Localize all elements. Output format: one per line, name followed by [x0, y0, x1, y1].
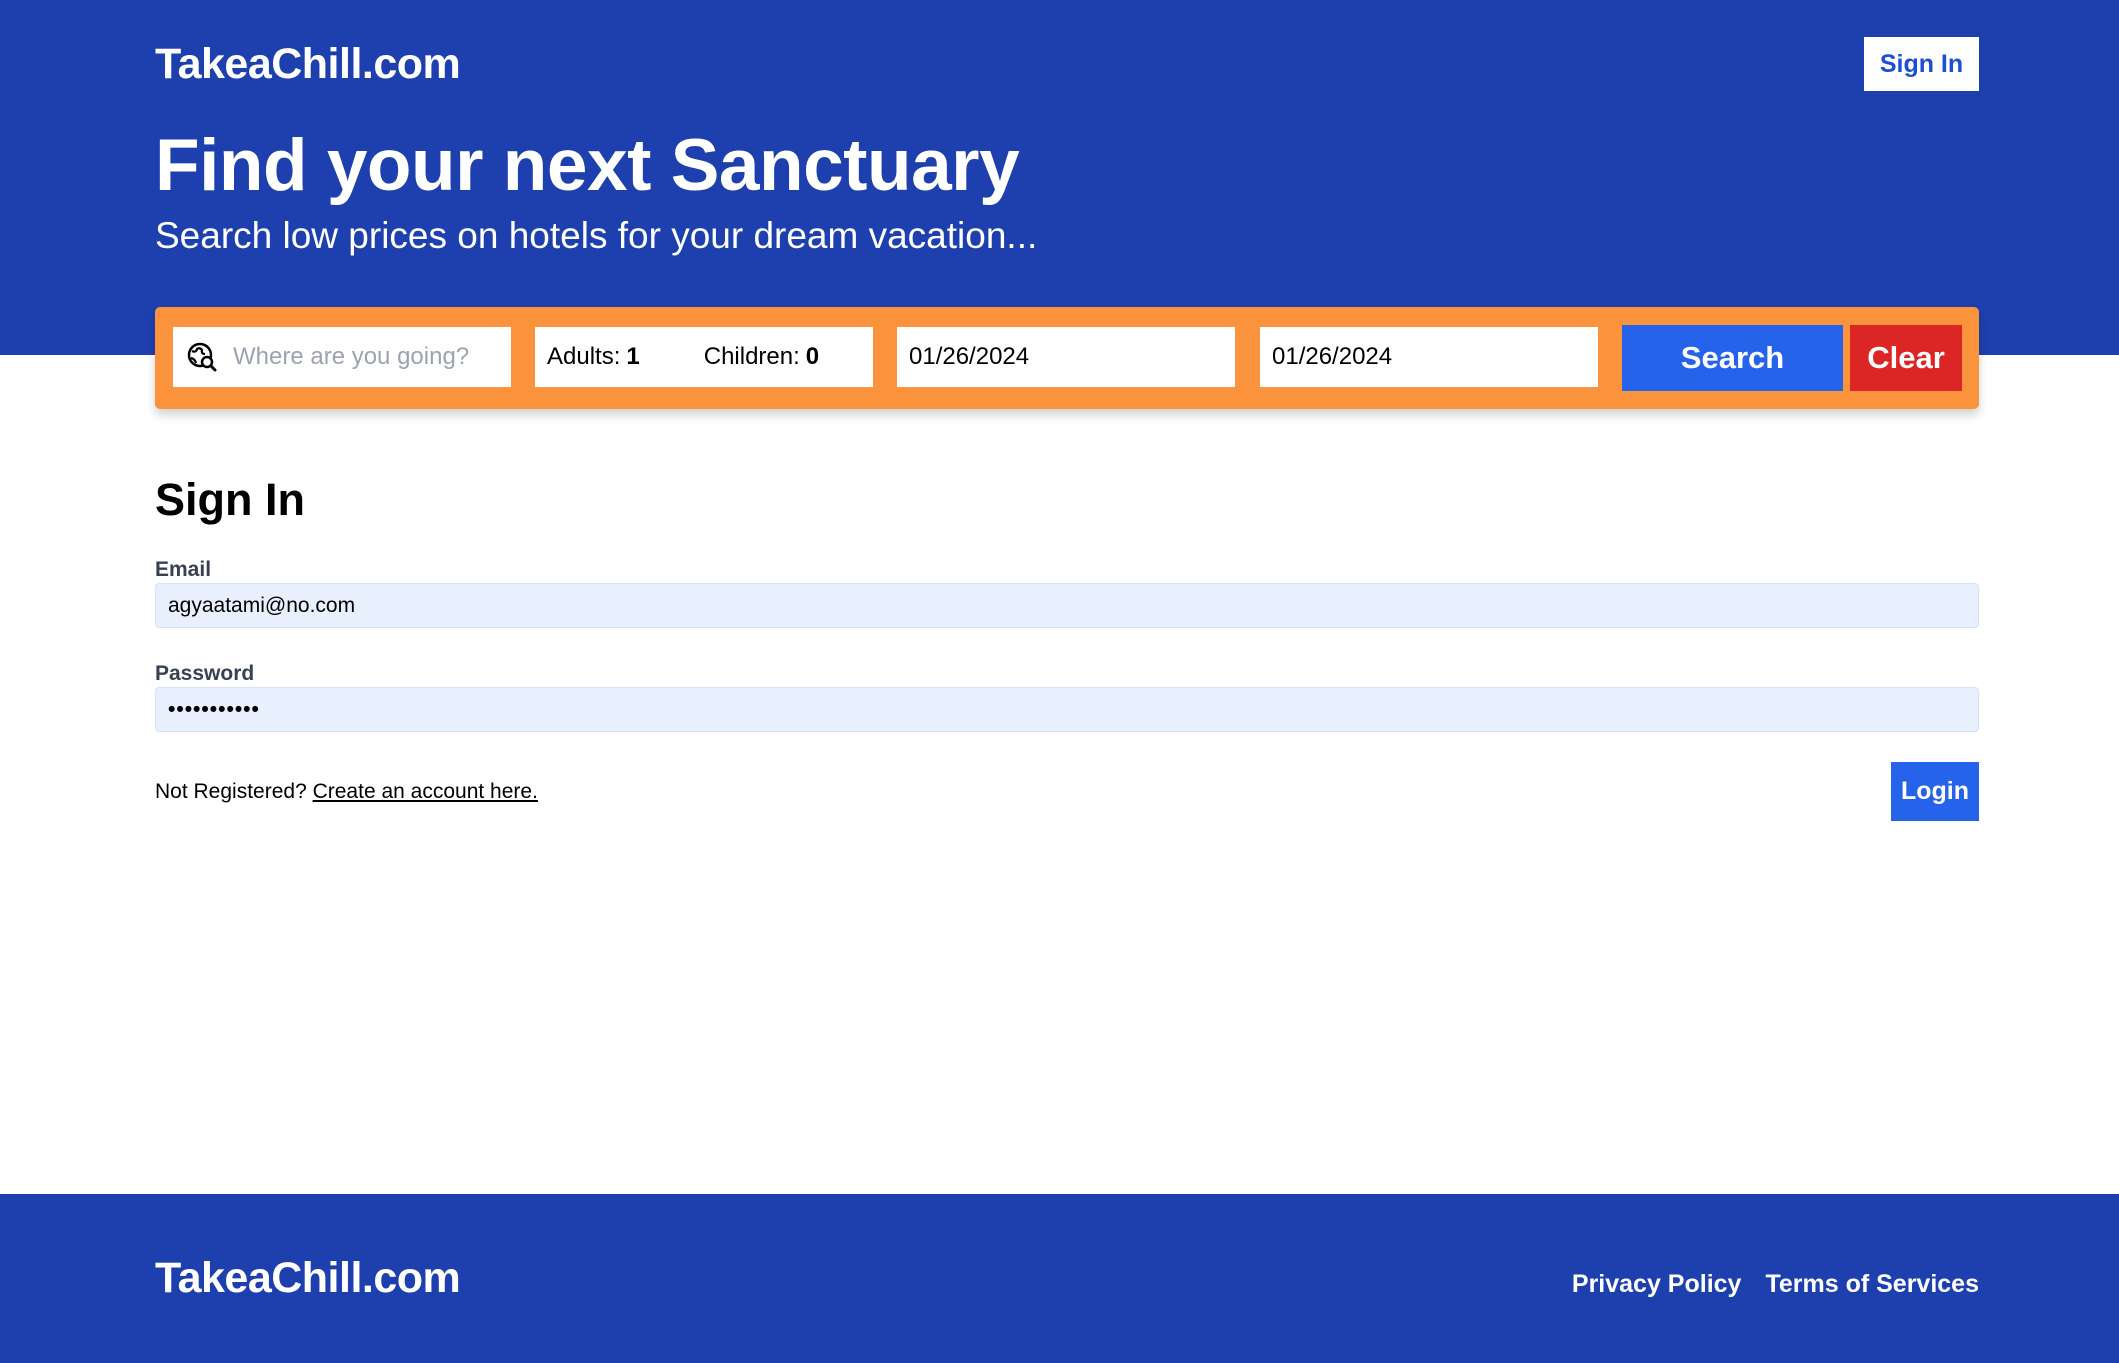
adults-value[interactable]: 1: [626, 343, 639, 371]
footer-links: Privacy Policy Terms of Services: [1572, 1270, 1979, 1299]
guests-field: Adults: 1 Children: 0: [535, 327, 873, 387]
destination-input[interactable]: [231, 342, 495, 372]
footer-brand: TakeaChill.com: [155, 1254, 461, 1302]
privacy-policy-link[interactable]: Privacy Policy: [1572, 1270, 1742, 1299]
password-field[interactable]: •••••••••••: [155, 687, 1979, 732]
register-prompt: Not Registered? Create an account here.: [155, 780, 538, 804]
children-value[interactable]: 0: [806, 343, 819, 371]
email-field[interactable]: agyaatami@no.com: [155, 583, 1979, 628]
adults-group[interactable]: Adults: 1: [547, 343, 640, 371]
login-button[interactable]: Login: [1891, 762, 1979, 821]
sign-in-button[interactable]: Sign In: [1864, 37, 1979, 91]
check-out-date-field[interactable]: 01/26/2024: [1260, 327, 1598, 387]
terms-of-services-link[interactable]: Terms of Services: [1765, 1270, 1979, 1299]
adults-label: Adults:: [547, 343, 621, 370]
password-label: Password: [155, 662, 255, 685]
search-bar: Adults: 1 Children: 0 01/26/2024 01/26/2…: [155, 307, 1979, 409]
search-button[interactable]: Search: [1622, 325, 1843, 391]
children-group[interactable]: Children: 0: [704, 343, 819, 371]
not-registered-text: Not Registered?: [155, 780, 313, 803]
footer: TakeaChill.com Privacy Policy Terms of S…: [0, 1194, 2119, 1363]
destination-field[interactable]: [173, 327, 511, 387]
hero-title: Find your next Sanctuary: [155, 125, 1020, 206]
globe-search-icon: [187, 342, 217, 372]
email-label: Email: [155, 558, 212, 581]
header: TakeaChill.com Sign In Find your next Sa…: [0, 0, 2119, 355]
create-account-link[interactable]: Create an account here.: [313, 780, 538, 803]
check-in-date-field[interactable]: 01/26/2024: [897, 327, 1235, 387]
hero-subtitle: Search low prices on hotels for your dre…: [155, 215, 1038, 256]
clear-button[interactable]: Clear: [1850, 325, 1962, 391]
children-label: Children:: [703, 343, 800, 370]
form-title: Sign In: [155, 474, 305, 525]
brand-logo[interactable]: TakeaChill.com: [155, 40, 461, 89]
